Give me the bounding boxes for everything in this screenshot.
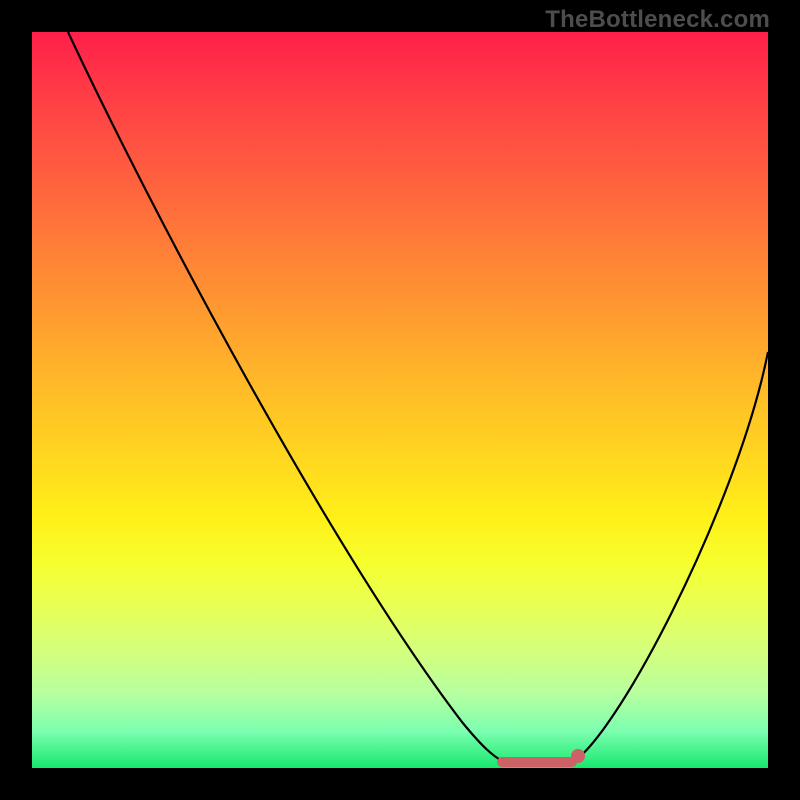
optimal-point-marker: [571, 749, 585, 763]
watermark-text: TheBottleneck.com: [545, 6, 770, 34]
chart-frame: TheBottleneck.com: [0, 0, 800, 800]
curve-layer: [32, 32, 768, 768]
plot-area: [32, 32, 768, 768]
bottleneck-curve-right: [572, 352, 768, 762]
bottleneck-curve-left: [68, 32, 504, 762]
